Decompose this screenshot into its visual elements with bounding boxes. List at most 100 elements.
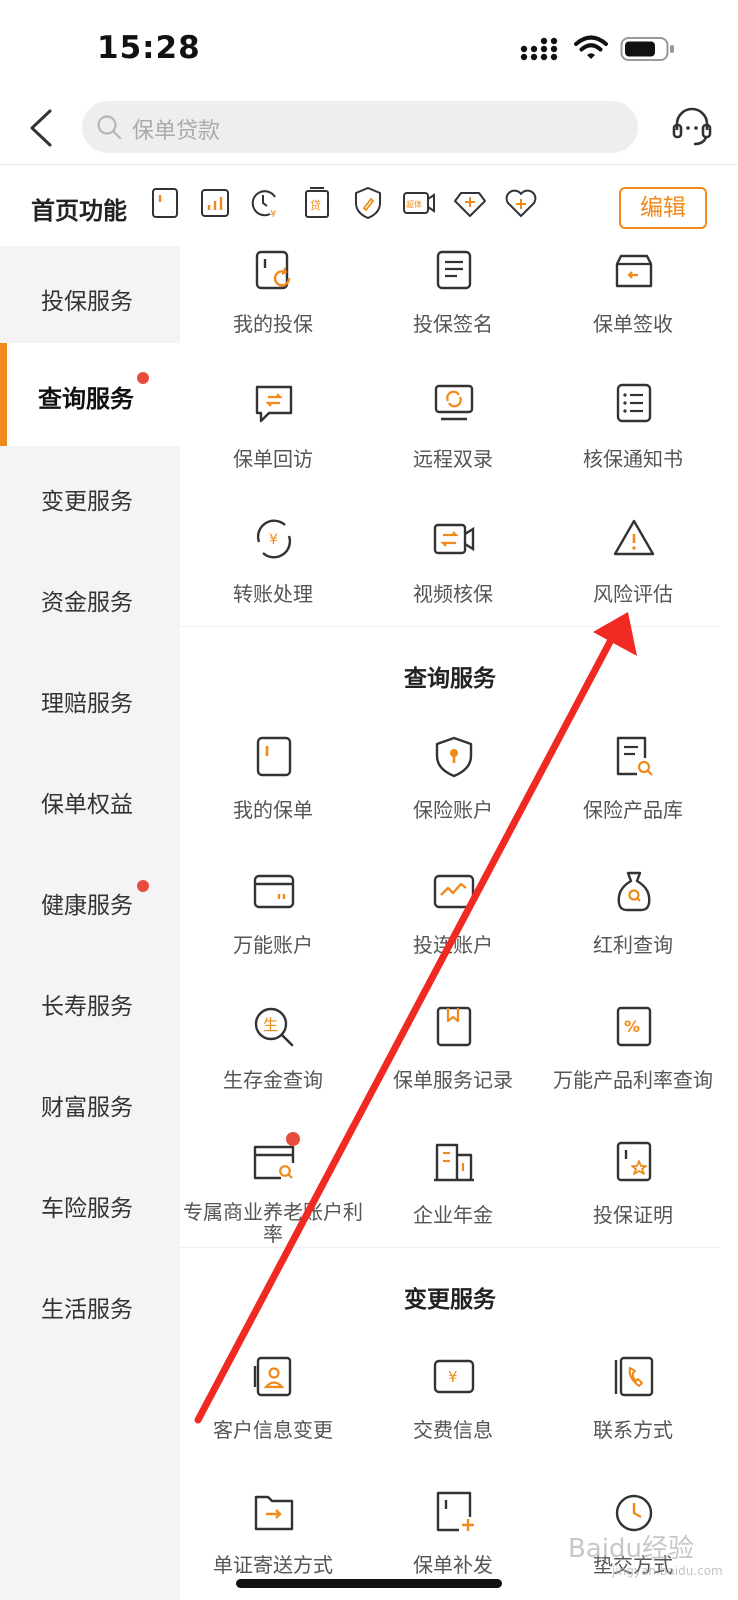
grid-item-customer-info-change[interactable]: 客户信息变更 bbox=[180, 1354, 366, 1474]
sidebar-item-label: 投保服务 bbox=[41, 289, 133, 315]
clock-yuan-glyph: ¥ bbox=[270, 209, 276, 220]
sidebar-item-label: 查询服务 bbox=[38, 385, 134, 413]
video-exchange-icon bbox=[433, 523, 475, 555]
loan-doc-icon[interactable]: 贷 bbox=[300, 185, 334, 221]
sidebar-item-label: 资金服务 bbox=[41, 590, 133, 616]
customer-service-headset-icon[interactable] bbox=[670, 104, 714, 148]
grid-item-policy-revisit[interactable]: 保单回访 bbox=[180, 381, 366, 501]
section-title-change: 变更服务 bbox=[404, 1287, 496, 1313]
yuan-doc-icon: ¥ bbox=[433, 1359, 475, 1394]
section-divider bbox=[180, 626, 720, 627]
grid-item-product-library[interactable]: 保险产品库 bbox=[540, 734, 726, 854]
notification-dot bbox=[137, 880, 149, 892]
grid-item-insure-certificate[interactable]: 投保证明 bbox=[540, 1139, 726, 1259]
grid-item-label: 我的投保 bbox=[233, 312, 313, 336]
sidebar-item-query-service[interactable]: 查询服务 bbox=[0, 343, 180, 446]
clock-yuan-icon[interactable]: ¥ bbox=[248, 185, 282, 221]
grid-item-label: 保单服务记录 bbox=[393, 1068, 513, 1092]
sidebar-item-car-insurance[interactable]: 车险服务 bbox=[0, 1153, 180, 1256]
home-functions-bar: 首页功能 ¥ 贷 超体 编辑 bbox=[0, 164, 738, 246]
grid-item-contact-method[interactable]: 联系方式 bbox=[540, 1354, 726, 1474]
section-title-query: 查询服务 bbox=[404, 666, 496, 692]
grid-item-universal-rate-query[interactable]: % 万能产品利率查询 bbox=[540, 1004, 726, 1124]
list-doc-icon bbox=[616, 383, 652, 423]
grid-item-label: 保险产品库 bbox=[583, 798, 683, 822]
sidebar-item-claim-service[interactable]: 理赔服务 bbox=[0, 648, 180, 751]
search-input[interactable]: 保单贷款 bbox=[82, 101, 638, 153]
grid-item-label: 红利查询 bbox=[593, 933, 673, 957]
policy-refresh-icon bbox=[255, 250, 291, 290]
inbox-icon bbox=[615, 254, 653, 288]
grid-item-insure-sign[interactable]: 投保签名 bbox=[360, 246, 546, 366]
money-bag-icon bbox=[617, 871, 651, 912]
grid-item-label: 生存金查询 bbox=[223, 1068, 323, 1092]
chat-exchange-icon bbox=[255, 385, 293, 423]
heart-icon[interactable] bbox=[504, 185, 538, 221]
sidebar-item-label: 长寿服务 bbox=[41, 994, 133, 1020]
sidebar-item-insure-service[interactable]: 投保服务 bbox=[0, 246, 180, 349]
sidebar-item-policy-rights[interactable]: 保单权益 bbox=[0, 749, 180, 852]
grid-item-survival-fund-query[interactable]: 生 生存金查询 bbox=[180, 1004, 366, 1124]
grid-item-label: 专属商业养老账户利率 bbox=[183, 1200, 363, 1246]
sidebar-item-label: 生活服务 bbox=[41, 1297, 133, 1323]
loan-glyph: 贷 bbox=[310, 198, 321, 212]
grid-item-label: 视频核保 bbox=[413, 582, 493, 606]
grid-item-label: 风险评估 bbox=[593, 582, 673, 606]
phone-book-icon bbox=[614, 1356, 654, 1397]
grid-item-underwriting-notice[interactable]: 核保通知书 bbox=[540, 381, 726, 501]
sidebar-item-label: 车险服务 bbox=[41, 1196, 133, 1222]
battery-icon bbox=[620, 37, 674, 61]
status-bar: 15:28 bbox=[0, 0, 738, 90]
chart-card-icon bbox=[433, 874, 475, 909]
monitor-sync-icon bbox=[434, 384, 474, 421]
grid-item-transfer[interactable]: ¥ 转账处理 bbox=[180, 516, 366, 636]
doc-search-icon bbox=[616, 736, 653, 776]
shield-pen-icon[interactable] bbox=[351, 185, 385, 221]
grid-item-label: 万能产品利率查询 bbox=[553, 1068, 713, 1092]
watermark-url: jingyan.baidu.com bbox=[612, 1564, 723, 1578]
grid-item-pension-account-rate[interactable]: 专属商业养老账户利率 bbox=[180, 1132, 366, 1259]
grid-item-policy-receipt[interactable]: 保单签收 bbox=[540, 246, 726, 366]
back-arrow-icon[interactable] bbox=[26, 108, 56, 148]
sidebar-item-wealth-service[interactable]: 财富服务 bbox=[0, 1052, 180, 1155]
search-placeholder: 保单贷款 bbox=[132, 119, 221, 144]
notification-dot bbox=[286, 1132, 300, 1146]
sidebar-item-longevity-service[interactable]: 长寿服务 bbox=[0, 951, 180, 1054]
card-search-icon bbox=[253, 1145, 295, 1180]
grid-item-universal-account[interactable]: 万能账户 bbox=[180, 869, 366, 989]
edit-button[interactable]: 编辑 bbox=[619, 187, 707, 229]
grid-item-policy-service-record[interactable]: 保单服务记录 bbox=[360, 1004, 546, 1124]
grid-item-dividend-query[interactable]: 红利查询 bbox=[540, 869, 726, 989]
grid-item-video-underwriting[interactable]: 视频核保 bbox=[360, 516, 546, 636]
diamond-icon[interactable] bbox=[453, 185, 487, 221]
warning-icon bbox=[613, 519, 655, 556]
grid-item-remote-record[interactable]: 远程双录 bbox=[360, 381, 546, 501]
sheng-glyph: 生 bbox=[263, 1016, 278, 1034]
grid-item-payment-info[interactable]: ¥ 交费信息 bbox=[360, 1354, 546, 1474]
policy-icon[interactable] bbox=[148, 185, 182, 221]
grid-item-insurance-account[interactable]: 保险账户 bbox=[360, 734, 546, 854]
bookmark-doc-icon bbox=[436, 1006, 472, 1047]
sidebar-item-change-service[interactable]: 变更服务 bbox=[0, 446, 180, 549]
grid-item-investment-account[interactable]: 投连账户 bbox=[360, 869, 546, 989]
watermark: Baidu经验 bbox=[568, 1534, 694, 1564]
grid-item-my-insure[interactable]: 我的投保 bbox=[180, 246, 366, 366]
sidebar-item-label: 理赔服务 bbox=[41, 691, 133, 717]
sidebar-item-fund-service[interactable]: 资金服务 bbox=[0, 547, 180, 650]
video-icon[interactable]: 超体 bbox=[402, 185, 436, 221]
chart-icon[interactable] bbox=[198, 185, 232, 221]
grid-item-label: 联系方式 bbox=[593, 1418, 673, 1442]
grid-item-risk-assessment[interactable]: 风险评估 bbox=[540, 516, 726, 636]
sidebar-item-label: 保单权益 bbox=[41, 792, 133, 818]
policy-icon bbox=[256, 736, 292, 777]
grid-item-label: 远程双录 bbox=[413, 447, 493, 471]
magnifier-sheng-icon: 生 bbox=[254, 1007, 294, 1047]
sidebar-item-life-service[interactable]: 生活服务 bbox=[0, 1254, 180, 1357]
sidebar-item-label: 变更服务 bbox=[41, 489, 133, 515]
sidebar-item-label: 财富服务 bbox=[41, 1095, 133, 1121]
grid-item-my-policy[interactable]: 我的保单 bbox=[180, 734, 366, 854]
home-indicator bbox=[236, 1579, 502, 1588]
grid-item-enterprise-annuity[interactable]: 企业年金 bbox=[360, 1139, 546, 1259]
sidebar-item-health-service[interactable]: 健康服务 bbox=[0, 850, 180, 953]
yuan-cycle-glyph: ¥ bbox=[269, 532, 278, 548]
